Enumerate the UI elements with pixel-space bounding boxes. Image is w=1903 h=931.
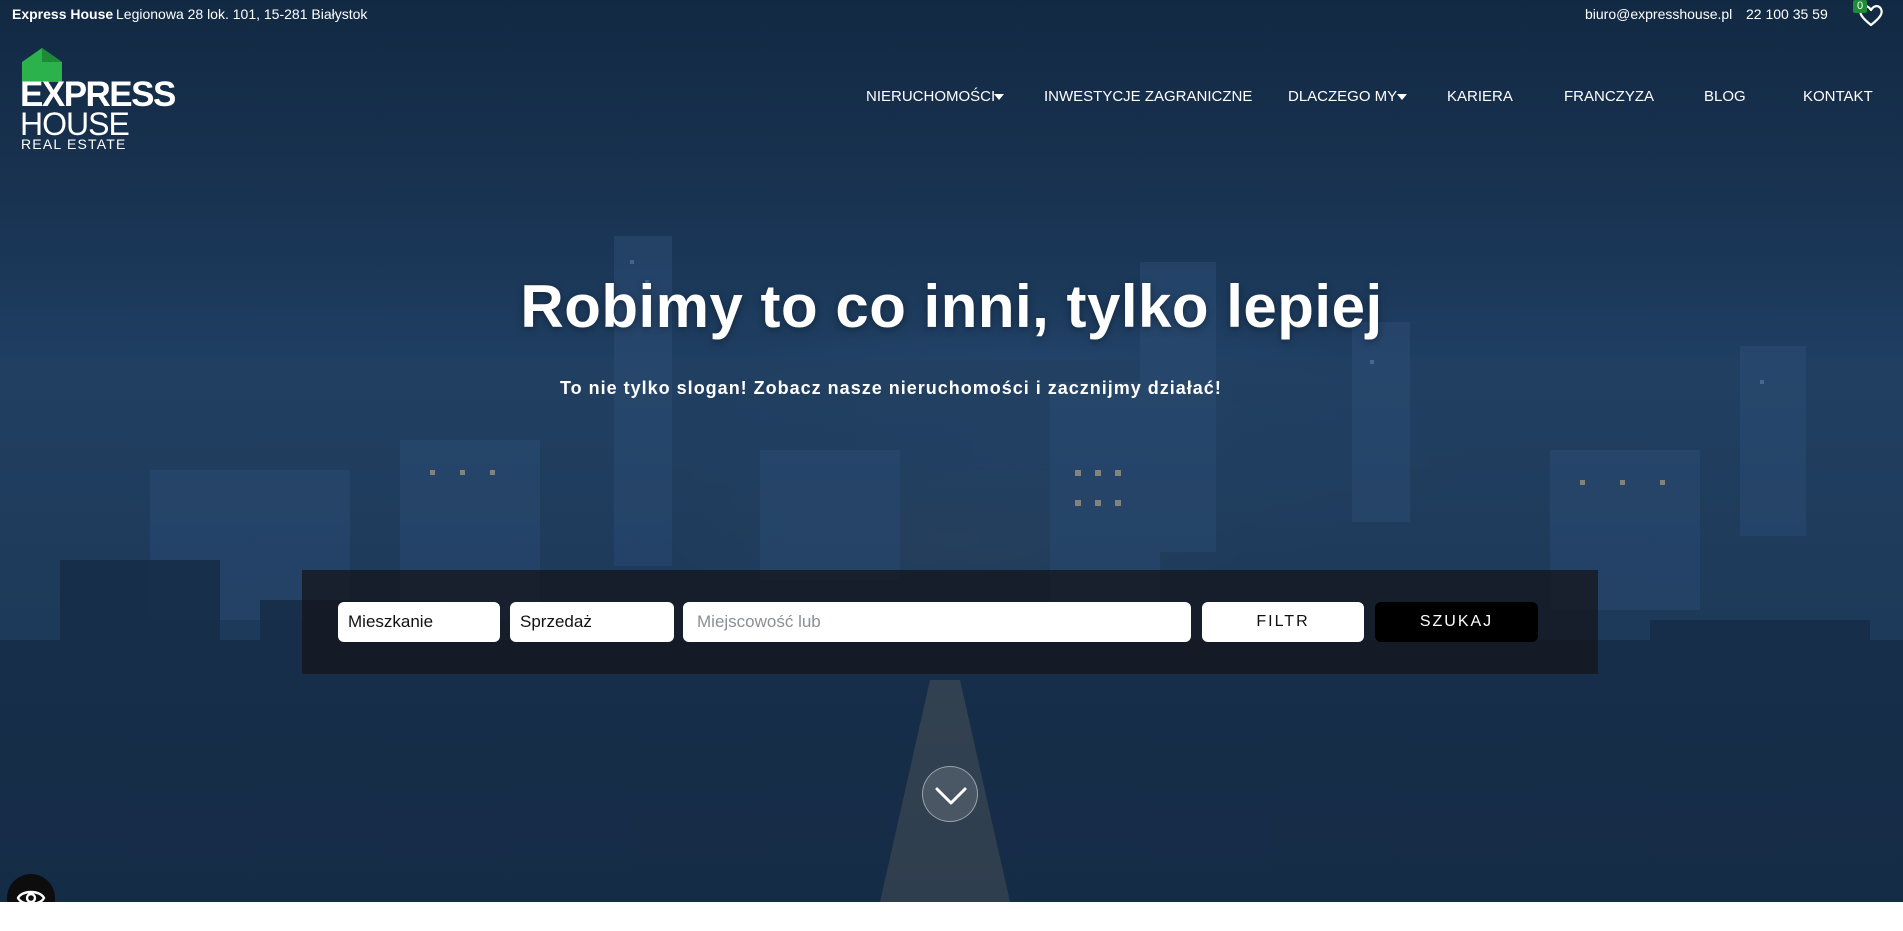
chevron-down-icon bbox=[935, 787, 967, 805]
page-content-start bbox=[0, 902, 1903, 931]
top-info-bar: Express House Legionowa 28 lok. 101, 15-… bbox=[0, 0, 1903, 28]
nav-item-nieruchomosci[interactable]: NIERUCHOMOŚCI bbox=[866, 88, 995, 105]
chevron-down-icon[interactable] bbox=[1397, 94, 1407, 100]
scroll-down-button[interactable] bbox=[922, 766, 978, 822]
hero-headline: Robimy to co inni, tylko lepiej bbox=[520, 273, 1383, 340]
nav-item-dlaczego-my[interactable]: DLACZEGO MY bbox=[1288, 88, 1397, 105]
filter-button[interactable]: FILTR bbox=[1202, 602, 1364, 642]
nav-item-kariera[interactable]: KARIERA bbox=[1447, 88, 1513, 105]
contact-email-link[interactable]: biuro@expresshouse.pl bbox=[1585, 6, 1732, 22]
nav-item-inwestycje-zagraniczne[interactable]: INWESTYCJE ZAGRANICZNE bbox=[1044, 88, 1252, 105]
nav-item-blog[interactable]: BLOG bbox=[1704, 88, 1746, 105]
transaction-type-select[interactable]: Sprzedaż bbox=[510, 602, 674, 642]
contact-phone-link[interactable]: 22 100 35 59 bbox=[1746, 6, 1828, 22]
favorites-count-badge: 0 bbox=[1853, 0, 1867, 13]
company-name: Express House bbox=[12, 6, 114, 22]
logo-text-real-estate: REAL ESTATE bbox=[21, 136, 127, 152]
nav-item-franczyza[interactable]: FRANCZYZA bbox=[1564, 88, 1654, 105]
location-search-input[interactable] bbox=[683, 602, 1191, 642]
hero-subline: To nie tylko slogan! Zobacz nasze nieruc… bbox=[560, 378, 1222, 398]
site-logo[interactable]: EXPRESS HOUSE REAL ESTATE bbox=[20, 48, 176, 152]
nav-item-kontakt[interactable]: KONTAKT bbox=[1803, 88, 1873, 105]
property-search-panel: Mieszkanie Sprzedaż FILTR SZUKAJ bbox=[302, 570, 1598, 674]
chevron-down-icon[interactable] bbox=[994, 94, 1004, 100]
property-type-select[interactable]: Mieszkanie bbox=[338, 602, 500, 642]
company-address: Legionowa 28 lok. 101, 15-281 Białystok bbox=[116, 6, 368, 22]
search-button[interactable]: SZUKAJ bbox=[1375, 602, 1538, 642]
